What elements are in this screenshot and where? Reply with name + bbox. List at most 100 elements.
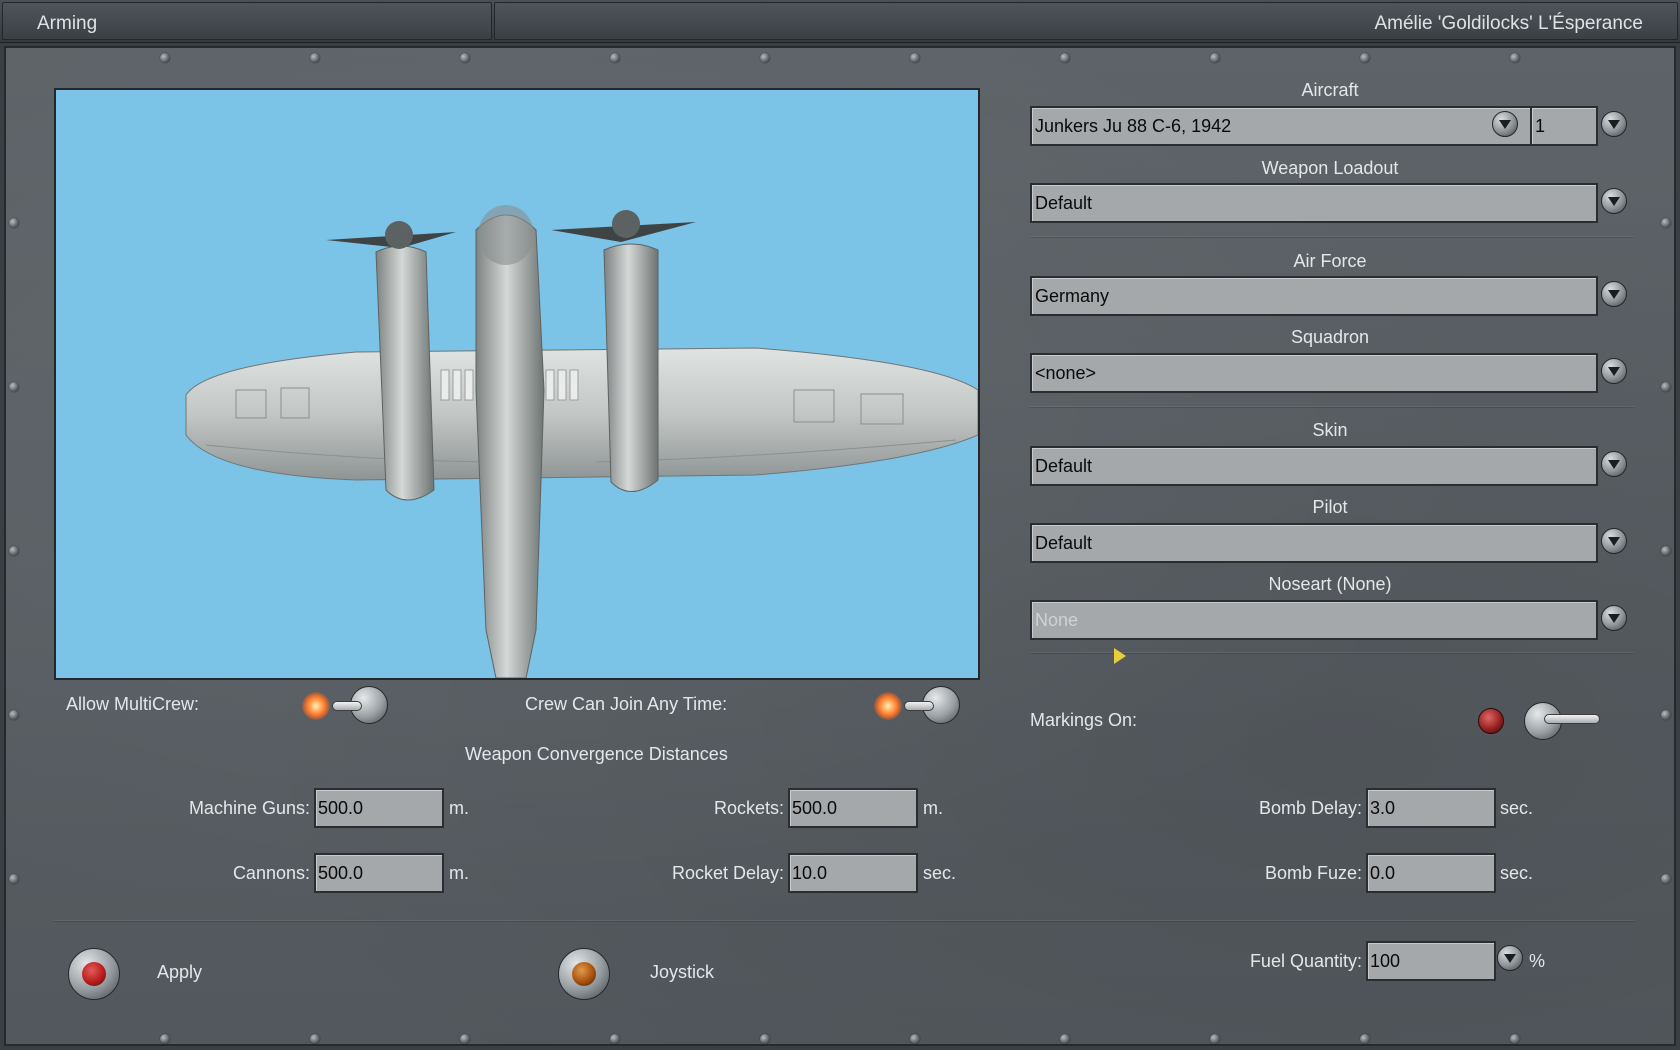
title-tab: Arming [2, 2, 492, 40]
bomb-fuze-unit: sec. [1500, 863, 1534, 883]
rivet-icon [1510, 1034, 1520, 1044]
fuel-quantity-unit: % [1529, 951, 1546, 971]
rivet-icon [310, 53, 320, 63]
convergence-heading: Weapon Convergence Distances [465, 744, 728, 764]
skin-select[interactable]: Default [1030, 446, 1598, 486]
bomb-delay-label: Bomb Delay: [1258, 798, 1362, 818]
cannons-unit: m. [449, 863, 469, 883]
skin-dropdown-icon[interactable] [1601, 451, 1627, 477]
divider [1030, 236, 1634, 237]
mouse-cursor-icon [1114, 648, 1126, 664]
rivet-icon [1360, 1034, 1370, 1044]
noseart-select[interactable]: None [1030, 600, 1598, 640]
divider [54, 920, 1634, 921]
pilot-select[interactable]: Default [1030, 523, 1598, 563]
rivet-icon [760, 53, 770, 63]
weapon-loadout-dropdown-icon[interactable] [1601, 188, 1627, 214]
apply-button[interactable] [68, 948, 120, 1000]
rivet-icon [460, 53, 470, 63]
rivet-icon [910, 53, 920, 63]
cannons-label: Cannons: [232, 863, 310, 883]
crew-join-toggle[interactable] [874, 680, 984, 730]
rivet-icon [1661, 874, 1671, 884]
toggle-lever-icon [332, 701, 362, 711]
bomb-delay-unit: sec. [1500, 798, 1534, 818]
machine-guns-label: Machine Guns: [188, 798, 310, 818]
rivet-icon [160, 53, 170, 63]
crew-join-label: Crew Can Join Any Time: [525, 694, 728, 714]
bomb-fuze-label: Bomb Fuze: [1264, 863, 1362, 883]
title-bar: Arming Amélie 'Goldilocks' L'Ésperance [0, 0, 1680, 43]
aircraft-preview[interactable] [54, 88, 980, 680]
rivet-icon [1661, 382, 1671, 392]
weapon-loadout-label: Weapon Loadout [1261, 158, 1399, 178]
orange-button-icon [572, 962, 596, 986]
bomb-delay-input[interactable]: 3.0 [1366, 788, 1496, 828]
pilot-label: Pilot [1312, 497, 1348, 517]
machine-guns-input[interactable]: 500.0 [314, 788, 444, 828]
rivet-icon [1661, 218, 1671, 228]
rivet-icon [9, 546, 19, 556]
indicator-lamp-icon [874, 692, 902, 720]
rivet-icon [1661, 710, 1671, 720]
aircraft-count-dropdown-icon[interactable] [1601, 111, 1627, 137]
fuel-quantity-label: Fuel Quantity: [1249, 951, 1362, 971]
rivet-icon [160, 1034, 170, 1044]
allow-multicrew-label: Allow MultiCrew: [66, 694, 200, 714]
noseart-dropdown-icon[interactable] [1601, 605, 1627, 631]
squadron-label: Squadron [1290, 327, 1370, 347]
weapon-loadout-select[interactable]: Default [1030, 183, 1598, 223]
rivet-icon [9, 874, 19, 884]
rivet-icon [1060, 53, 1070, 63]
aircraft-dropdown-icon[interactable] [1492, 111, 1518, 137]
squadron-dropdown-icon[interactable] [1601, 358, 1627, 384]
fuel-quantity-dropdown-icon[interactable] [1497, 945, 1523, 971]
bomb-fuze-input[interactable]: 0.0 [1366, 853, 1496, 893]
markings-on-label: Markings On: [1030, 710, 1138, 730]
user-tab: Amélie 'Goldilocks' L'Ésperance [494, 2, 1678, 40]
allow-multicrew-toggle[interactable] [302, 680, 412, 730]
rivet-icon [9, 710, 19, 720]
noseart-label: Noseart (None) [1268, 574, 1392, 594]
rivet-icon [1210, 1034, 1220, 1044]
joystick-button[interactable] [558, 948, 610, 1000]
rockets-label: Rockets: [713, 798, 784, 818]
toggle-lever-icon [1544, 714, 1600, 724]
squadron-select[interactable]: <none> [1030, 353, 1598, 393]
rivet-icon [310, 1034, 320, 1044]
rockets-input[interactable]: 500.0 [788, 788, 918, 828]
user-name: Amélie 'Goldilocks' L'Ésperance [1374, 13, 1643, 34]
rivet-icon [910, 1034, 920, 1044]
rocket-delay-unit: sec. [923, 863, 957, 883]
rocket-delay-input[interactable]: 10.0 [788, 853, 918, 893]
air-force-label: Air Force [1293, 251, 1367, 271]
cannons-input[interactable]: 500.0 [314, 853, 444, 893]
pilot-dropdown-icon[interactable] [1601, 528, 1627, 554]
rivet-icon [1510, 53, 1520, 63]
rivet-icon [1210, 53, 1220, 63]
divider [1030, 406, 1634, 407]
indicator-lamp-icon [1478, 708, 1504, 734]
air-force-dropdown-icon[interactable] [1601, 281, 1627, 307]
rivet-icon [1661, 546, 1671, 556]
rivet-icon [9, 382, 19, 392]
fuel-quantity-input[interactable]: 100 [1366, 941, 1496, 981]
air-force-select[interactable]: Germany [1030, 276, 1598, 316]
rivet-icon [1360, 53, 1370, 63]
rivet-icon [1060, 1034, 1070, 1044]
markings-on-toggle[interactable] [1474, 696, 1624, 746]
rockets-unit: m. [923, 798, 943, 818]
rivet-icon [610, 1034, 620, 1044]
aircraft-label: Aircraft [1301, 80, 1359, 100]
rivet-icon [760, 1034, 770, 1044]
red-button-icon [82, 962, 106, 986]
machine-guns-unit: m. [449, 798, 469, 818]
rivet-icon [9, 218, 19, 228]
window-title: Arming [37, 13, 98, 34]
rivet-icon [610, 53, 620, 63]
apply-label[interactable]: Apply [157, 962, 202, 983]
aircraft-count-select[interactable]: 1 [1530, 106, 1598, 146]
indicator-lamp-icon [302, 692, 330, 720]
joystick-label[interactable]: Joystick [650, 962, 714, 983]
skin-label: Skin [1312, 420, 1348, 440]
